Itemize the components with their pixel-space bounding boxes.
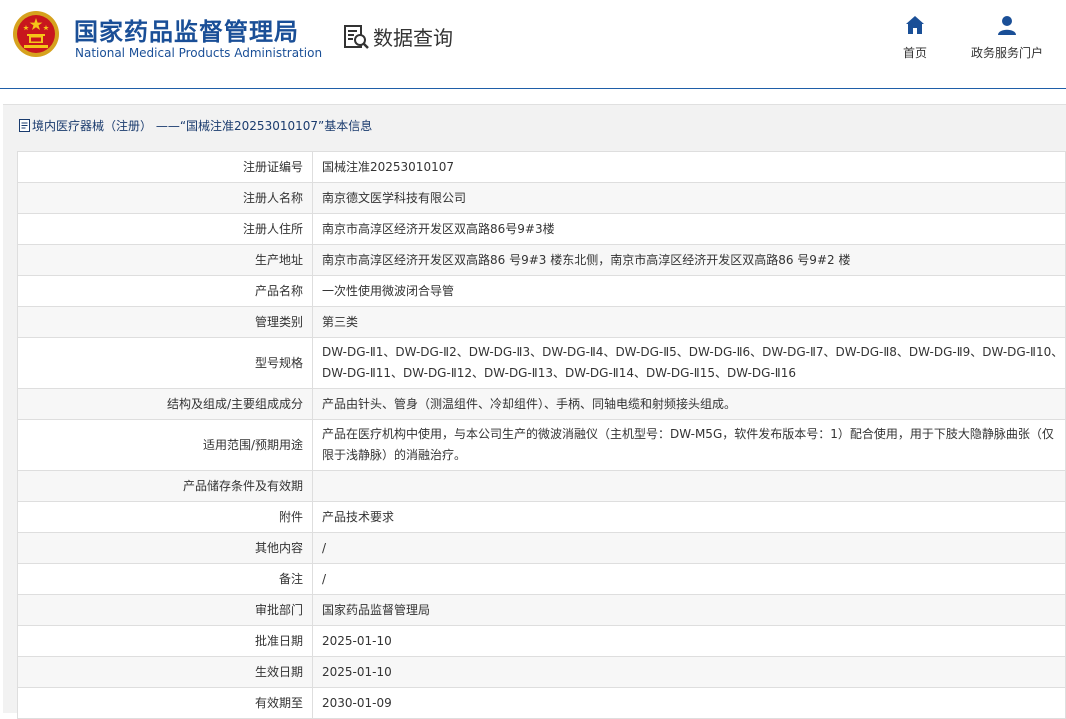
row-label: 生效日期 xyxy=(17,656,313,688)
table-row: 附件 产品技术要求 xyxy=(17,501,1066,533)
panel-title-text: 境内医疗器械（注册） ——“国械注准20253010107”基本信息 xyxy=(32,119,373,133)
site-name-cn: 国家药品监督管理局 xyxy=(74,18,299,46)
table-row: 型号规格 DW-DG-Ⅱ1、DW-DG-Ⅱ2、DW-DG-Ⅱ3、DW-DG-Ⅱ4、… xyxy=(17,337,1066,389)
row-label: 管理类别 xyxy=(17,306,313,338)
table-row: 适用范围/预期用途 产品在医疗机构中使用，与本公司生产的微波消融仪（主机型号：DW… xyxy=(17,419,1066,471)
row-label: 注册人名称 xyxy=(17,182,313,214)
nav-home-label: 首页 xyxy=(902,46,927,60)
row-label: 批准日期 xyxy=(17,625,313,657)
table-row: 生效日期 2025-01-10 xyxy=(17,656,1066,688)
nav-service-label: 政务服务门户 xyxy=(970,46,1043,60)
row-label: 产品储存条件及有效期 xyxy=(17,470,313,502)
row-label: 产品名称 xyxy=(17,275,313,307)
row-value: 第三类 xyxy=(312,306,1066,338)
row-value: 2030-01-09 xyxy=(312,687,1066,719)
header-divider xyxy=(0,88,1066,89)
table-row: 管理类别 第三类 xyxy=(17,306,1066,338)
table-row: 结构及组成/主要组成成分 产品由针头、管身（测温组件、冷却组件）、手柄、同轴电缆和… xyxy=(17,388,1066,420)
row-label: 结构及组成/主要组成成分 xyxy=(17,388,313,420)
row-value: 南京市高淳区经济开发区双高路86 号9#3 楼东北侧，南京市高淳区经济开发区双高… xyxy=(312,244,1066,276)
row-label: 注册证编号 xyxy=(17,151,313,183)
device-info-table: 注册证编号 国械注准20253010107 注册人名称 南京德文医学科技有限公司 注… xyxy=(17,151,1066,719)
row-label: 审批部门 xyxy=(17,594,313,626)
table-row: 注册证编号 国械注准20253010107 xyxy=(17,151,1066,183)
site-name-en: National Medical Products Administration xyxy=(75,46,323,60)
document-icon xyxy=(19,119,30,132)
table-row: 产品储存条件及有效期 xyxy=(17,470,1066,502)
table-row: 注册人住所 南京市高淳区经济开发区双高路86号9#3楼 xyxy=(17,213,1066,245)
row-value: 国家药品监督管理局 xyxy=(312,594,1066,626)
row-value: 南京德文医学科技有限公司 xyxy=(312,182,1066,214)
national-emblem-icon xyxy=(13,11,59,57)
table-row: 注册人名称 南京德文医学科技有限公司 xyxy=(17,182,1066,214)
row-value: 一次性使用微波闭合导管 xyxy=(312,275,1066,307)
row-label: 型号规格 xyxy=(17,337,313,389)
row-value: 产品由针头、管身（测温组件、冷却组件）、手柄、同轴电缆和射频接头组成。 xyxy=(312,388,1066,420)
row-value: 国械注准20253010107 xyxy=(312,151,1066,183)
table-row: 有效期至 2030-01-09 xyxy=(17,687,1066,719)
row-value: / xyxy=(312,563,1066,595)
row-label: 有效期至 xyxy=(17,687,313,719)
table-row: 备注 / xyxy=(17,563,1066,595)
row-value: 南京市高淳区经济开发区双高路86号9#3楼 xyxy=(312,213,1066,245)
row-value: DW-DG-Ⅱ1、DW-DG-Ⅱ2、DW-DG-Ⅱ3、DW-DG-Ⅱ4、DW-D… xyxy=(312,337,1066,389)
row-value: 产品在医疗机构中使用，与本公司生产的微波消融仪（主机型号：DW-M5G，软件发布… xyxy=(312,419,1066,471)
row-label: 其他内容 xyxy=(17,532,313,564)
table-row: 批准日期 2025-01-10 xyxy=(17,625,1066,657)
table-row: 审批部门 国家药品监督管理局 xyxy=(17,594,1066,626)
table-row: 其他内容 / xyxy=(17,532,1066,564)
row-value: 2025-01-10 xyxy=(312,625,1066,657)
document-search-icon xyxy=(344,24,369,49)
nav-home[interactable]: 首页 xyxy=(897,14,933,61)
row-value: 2025-01-10 xyxy=(312,656,1066,688)
row-value: 产品技术要求 xyxy=(312,501,1066,533)
home-icon xyxy=(906,16,924,34)
data-query-label: 数据查询 xyxy=(373,26,453,50)
panel-title: 境内医疗器械（注册） ——“国械注准20253010107”基本信息 xyxy=(19,117,372,134)
row-value xyxy=(312,470,1066,502)
row-label: 备注 xyxy=(17,563,313,595)
user-icon xyxy=(998,16,1016,35)
table-row: 产品名称 一次性使用微波闭合导管 xyxy=(17,275,1066,307)
nav-service-portal[interactable]: 政务服务门户 xyxy=(962,14,1052,61)
row-value: / xyxy=(312,532,1066,564)
row-label: 适用范围/预期用途 xyxy=(17,419,313,471)
row-label: 生产地址 xyxy=(17,244,313,276)
table-row: 生产地址 南京市高淳区经济开发区双高路86 号9#3 楼东北侧，南京市高淳区经济开… xyxy=(17,244,1066,276)
row-label: 注册人住所 xyxy=(17,213,313,245)
data-query-link[interactable]: 数据查询 xyxy=(343,22,453,51)
row-label: 附件 xyxy=(17,501,313,533)
site-header: 国家药品监督管理局 National Medical Products Admi… xyxy=(0,0,1066,88)
